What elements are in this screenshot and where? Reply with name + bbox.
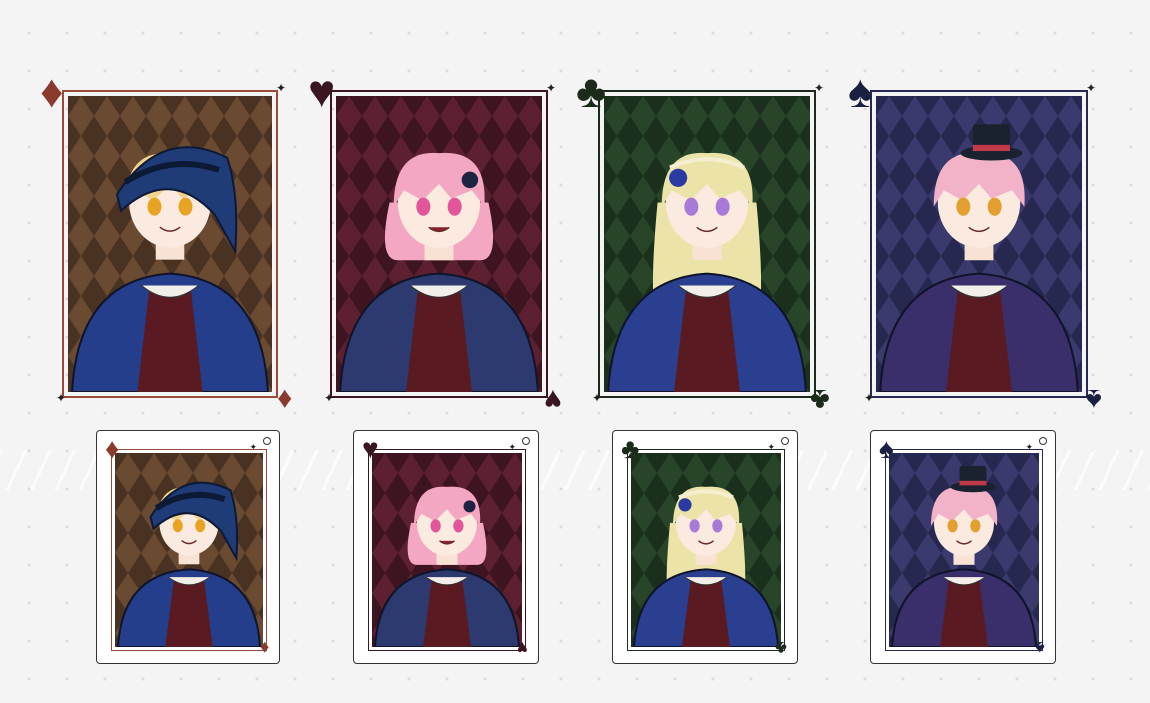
sparkle-icon: ✦ bbox=[56, 391, 67, 405]
acrylic-keychain-card: ♠ ♠ ✦ bbox=[870, 430, 1056, 664]
sparkle-icon: ✦ bbox=[545, 81, 556, 95]
suit-icon: ♥ bbox=[517, 638, 528, 658]
card-portrait bbox=[336, 96, 542, 392]
suit-icon: ♣ bbox=[621, 433, 640, 464]
sparkle-icon: ✦ bbox=[813, 81, 824, 95]
card-portrait bbox=[876, 96, 1082, 392]
sparkle-icon: ✦ bbox=[275, 81, 286, 95]
keyring-hole bbox=[263, 437, 271, 445]
large-card-club: ♣ ♣ ✦ ✦ bbox=[576, 68, 830, 416]
spade-suit-icon: ♠ bbox=[1086, 383, 1102, 416]
card-portrait bbox=[889, 453, 1039, 647]
card-portrait bbox=[115, 453, 263, 647]
card-portrait bbox=[372, 453, 522, 647]
suit-icon: ♣ bbox=[775, 638, 787, 658]
sparkle-icon: ✦ bbox=[1025, 442, 1033, 452]
keyring-hole bbox=[522, 437, 530, 445]
large-card-spade: ♠ ♠ ✦ ✦ bbox=[848, 68, 1102, 416]
acrylic-keychain-card: ♥ ♥ ✦ bbox=[353, 430, 539, 664]
club-suit-icon: ♣ bbox=[576, 65, 607, 117]
sparkle-icon: ✦ bbox=[1085, 81, 1096, 95]
club-suit-icon: ♣ bbox=[810, 383, 830, 416]
card-portrait bbox=[68, 96, 272, 392]
large-card-heart: ♥ ♥ ✦ ✦ bbox=[308, 68, 562, 416]
large-card-diamond: ♦ ♦ ✦ ✦ bbox=[40, 68, 292, 416]
card-portrait bbox=[631, 453, 781, 647]
suit-icon: ♦ bbox=[105, 433, 120, 464]
heart-suit-icon: ♥ bbox=[308, 65, 336, 117]
heart-suit-icon: ♥ bbox=[544, 383, 562, 416]
keyring-hole bbox=[781, 437, 789, 445]
sparkle-icon: ✦ bbox=[324, 391, 335, 405]
sparkle-icon: ✦ bbox=[864, 391, 875, 405]
sparkle-icon: ✦ bbox=[592, 391, 603, 405]
acrylic-keychain-card: ♦ ♦ ✦ bbox=[96, 430, 280, 664]
sparkle-icon: ✦ bbox=[249, 442, 257, 452]
suit-icon: ♦ bbox=[259, 638, 269, 658]
diamond-suit-icon: ♦ bbox=[276, 383, 292, 416]
spade-suit-icon: ♠ bbox=[848, 65, 873, 117]
diamond-suit-icon: ♦ bbox=[40, 65, 64, 117]
acrylic-keychain-card: ♣ ♣ ✦ bbox=[612, 430, 798, 664]
suit-icon: ♠ bbox=[1035, 638, 1045, 658]
suit-icon: ♠ bbox=[879, 433, 894, 464]
sparkle-icon: ✦ bbox=[508, 442, 516, 452]
sparkle-icon: ✦ bbox=[767, 442, 775, 452]
suit-icon: ♥ bbox=[362, 433, 379, 464]
keyring-hole bbox=[1039, 437, 1047, 445]
card-portrait bbox=[604, 96, 810, 392]
